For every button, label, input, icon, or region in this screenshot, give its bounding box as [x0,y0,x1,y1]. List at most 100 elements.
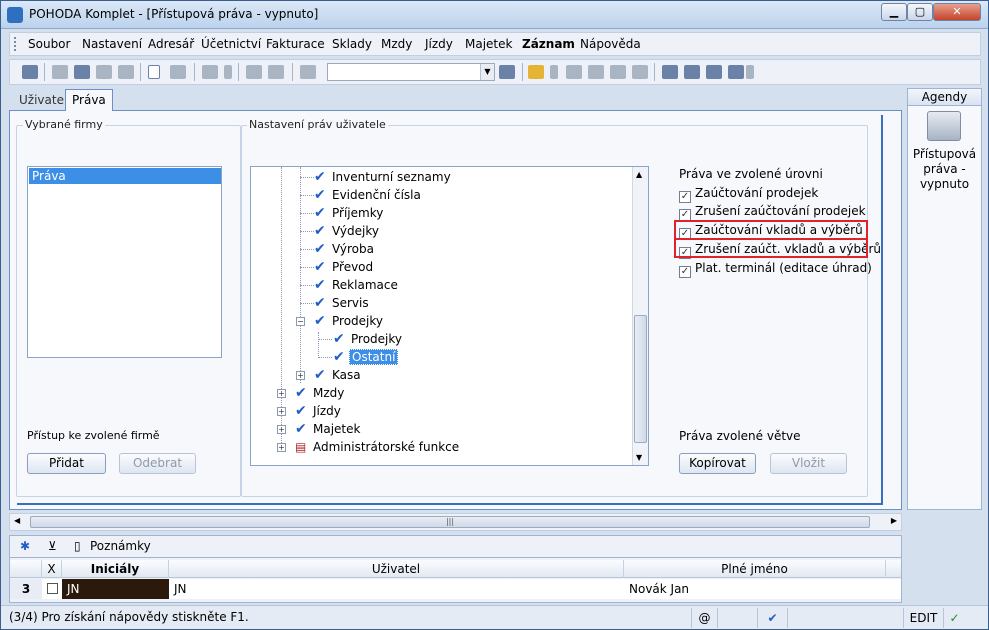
scroll-down-icon[interactable]: ▼ [636,453,642,462]
print-icon[interactable] [74,65,90,79]
check-icon[interactable]: ✔ [314,242,328,256]
table-row[interactable]: 3 JN JN Novák Jan [10,579,901,599]
right-post-sales[interactable]: ✓ Zaúčtování prodejek [679,184,818,203]
right-cancel-post-sales[interactable]: ✓ Zrušení zaúčtování prodejek [679,202,866,221]
menu-zaznam[interactable]: Záznam [522,37,575,51]
edit-icon[interactable] [170,65,186,79]
cell-user[interactable]: JN [174,579,187,599]
column-header-fullname[interactable]: Plné jméno [624,560,886,578]
keys-icon[interactable] [927,111,961,141]
filter-icon[interactable] [499,65,515,79]
note-tab-icon[interactable]: ▯ [74,539,81,553]
duplicate-icon[interactable] [300,65,316,79]
minimize-button[interactable]: ▁ [881,3,907,21]
scroll-right-icon[interactable]: ▶ [891,516,897,525]
tree-item[interactable]: Převod [332,258,373,276]
document-icon[interactable]: ▤ [295,440,309,454]
tree-item[interactable]: Prodejky [332,312,383,330]
tree-item[interactable]: Reklamace [332,276,398,294]
checkbox-checked[interactable]: ✓ [679,266,691,278]
check-icon[interactable]: ✔ [314,314,328,328]
collapse-icon[interactable]: − [296,317,305,326]
menu-fakturace[interactable]: Fakturace [266,37,325,51]
tag-icon[interactable] [566,65,582,79]
tree-item[interactable]: Mzdy [313,384,344,402]
scroll-left-icon[interactable]: ◀ [14,516,20,525]
cell-initials[interactable]: JN [62,579,169,599]
maximize-button[interactable]: ▢ [907,3,933,21]
save-icon[interactable] [246,65,262,79]
menu-ucetnictvi[interactable]: Účetnictví [201,37,261,51]
message-icon[interactable] [662,65,678,79]
firm-item-selected[interactable]: Práva [29,168,221,184]
tree-item[interactable]: Příjemky [332,204,383,222]
document-icon[interactable] [588,65,604,79]
expand-icon[interactable]: + [296,371,305,380]
check-icon[interactable]: ✔ [314,224,328,238]
tree-item[interactable]: Kasa [332,366,361,384]
check-icon[interactable]: ✔ [314,260,328,274]
quick-search-combo[interactable]: ▼ [327,63,495,81]
add-button[interactable]: Přidat [27,453,106,474]
export-icon[interactable] [118,65,134,79]
scroll-thumb[interactable] [634,315,647,443]
tree-item[interactable]: Administrátorské funkce [313,438,459,456]
folder-dropdown-icon[interactable] [550,65,558,79]
menu-adresar[interactable]: Adresář [148,37,194,51]
horizontal-scrollbar[interactable]: ◀ ||| ▶ [9,513,902,531]
save-close-icon[interactable] [268,65,284,79]
help-icon[interactable] [728,65,744,79]
folder-icon[interactable] [528,65,544,79]
menu-soubor[interactable]: Soubor [28,37,70,51]
check-icon[interactable]: ✔ [295,404,309,418]
list-icon[interactable] [684,65,700,79]
menu-nastaveni[interactable]: Nastavení [82,37,142,51]
close-button[interactable]: ✕ [933,3,981,21]
note-icon[interactable] [706,65,722,79]
filter-tab-icon[interactable]: ⊻ [48,539,57,553]
check-icon[interactable]: ✔ [295,386,309,400]
tree-scrollbar[interactable]: ▲ ▼ [632,167,648,465]
check-icon[interactable]: ✔ [314,170,328,184]
rights-tree[interactable]: ✔ Inventurní seznamy ✔ Evidenční čísla ✔… [250,166,649,466]
copy-button[interactable]: Kopírovat [679,453,756,474]
check-icon[interactable]: ✔ [314,368,328,382]
menu-napoveda[interactable]: Nápověda [580,37,641,51]
expand-icon[interactable]: + [277,425,286,434]
check-icon[interactable]: ✔ [295,422,309,436]
paste-button[interactable]: Vložit [770,453,847,474]
scroll-up-icon[interactable]: ▲ [636,170,642,179]
tree-item[interactable]: Servis [332,294,369,312]
check-icon[interactable]: ✔ [314,206,328,220]
check-icon[interactable]: ✔ [314,278,328,292]
tree-item-selected-label[interactable]: Ostatní [349,349,399,365]
agenda-item-label[interactable]: Přístupová práva - vypnuto [908,147,981,192]
tree-item[interactable]: Výroba [332,240,374,258]
menu-majetek[interactable]: Majetek [465,37,512,51]
back-dropdown-icon[interactable] [224,65,232,79]
hscroll-thumb[interactable]: ||| [30,516,870,528]
check-icon[interactable]: ✔ [314,188,328,202]
tree-item[interactable]: Prodejky [351,330,402,348]
back-arrow-icon[interactable] [202,65,218,79]
cell-fullname[interactable]: Novák Jan [629,579,689,599]
print-preview-icon[interactable] [96,65,112,79]
row-checkbox[interactable] [47,583,58,594]
tree-item-selected[interactable]: Ostatní [349,348,399,366]
help-dropdown-icon[interactable] [746,65,754,79]
menu-sklady[interactable]: Sklady [332,37,372,51]
tab-rights[interactable]: Práva [65,89,113,111]
asterisk-icon[interactable]: ✱ [20,539,30,553]
expand-icon[interactable]: + [277,443,286,452]
tree-item[interactable]: Výdejky [332,222,379,240]
tools-icon[interactable] [632,65,648,79]
column-header-user[interactable]: Uživatel [169,560,624,578]
right-payment-terminal[interactable]: ✓ Plat. terminál (editace úhrad) [679,259,872,278]
tree-item[interactable]: Inventurní seznamy [332,168,451,186]
copy-icon[interactable] [52,65,68,79]
check-icon[interactable]: ✔ [314,296,328,310]
expand-icon[interactable]: + [277,389,286,398]
exit-icon[interactable] [22,65,38,79]
chevron-down-icon[interactable]: ▼ [480,64,494,80]
calculator-icon[interactable] [610,65,626,79]
